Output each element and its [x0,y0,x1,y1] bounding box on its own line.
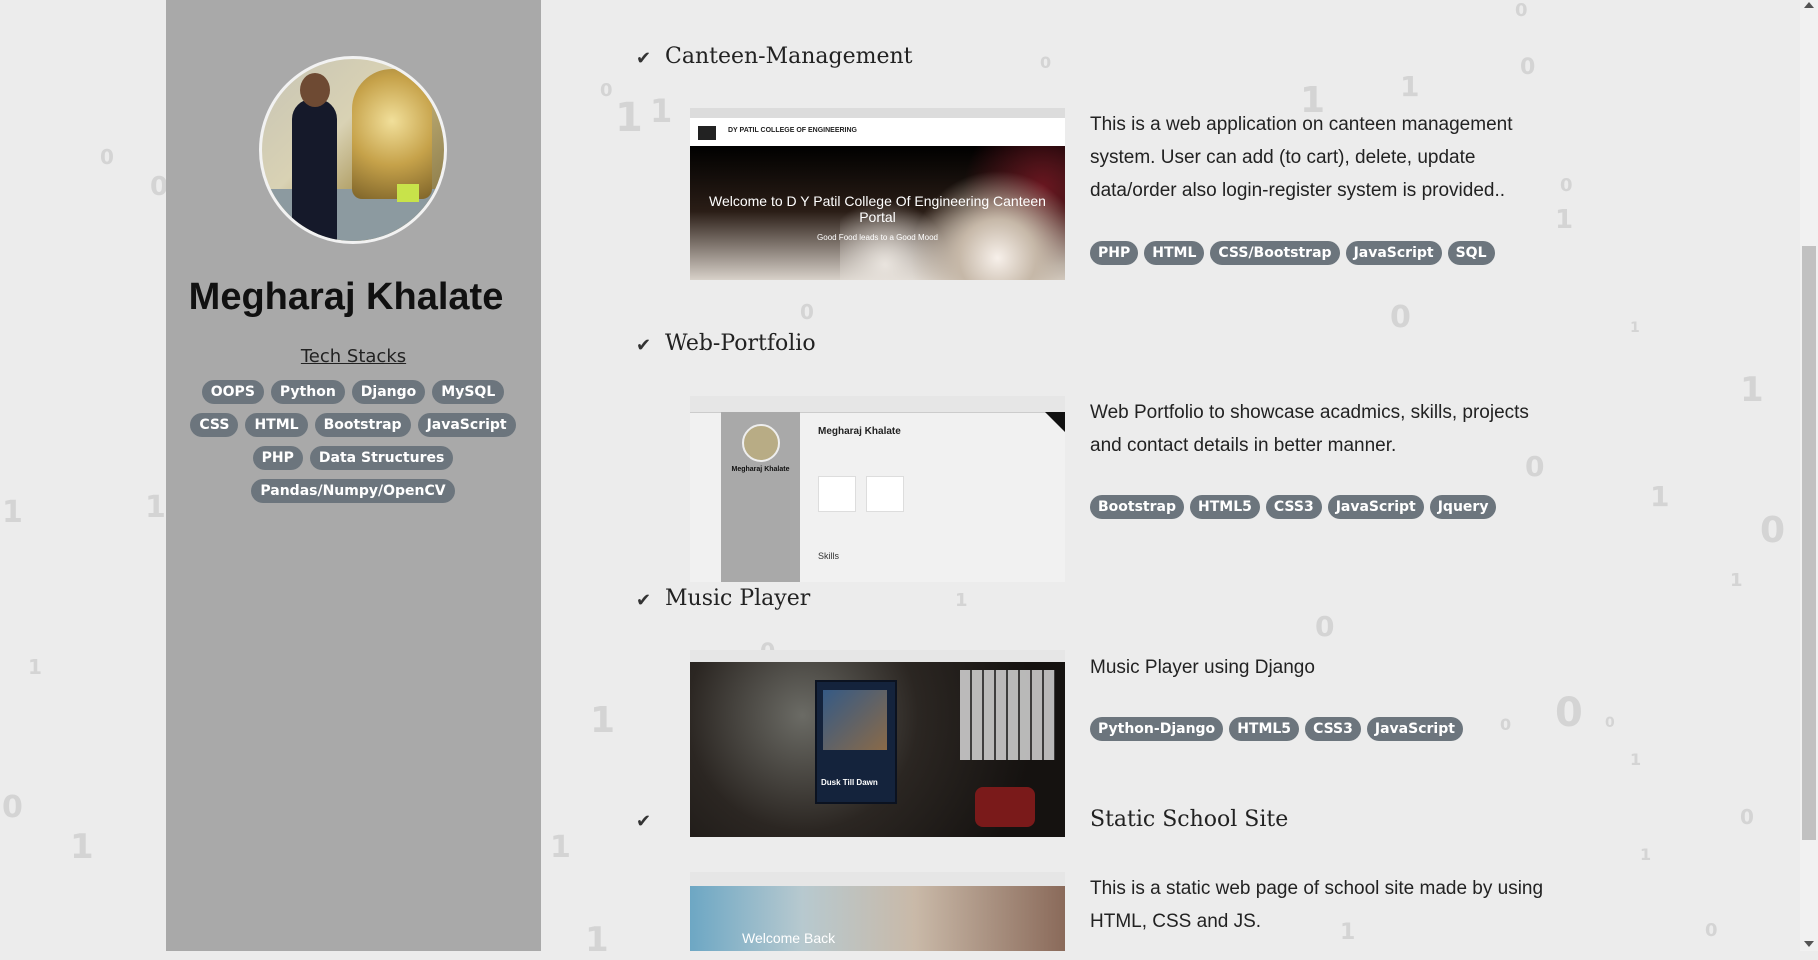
project-screenshot-music-player: Dusk Till Dawn [690,650,1065,837]
tech-badge: CSS [190,413,239,437]
tech-tag: Python-Django [1090,717,1224,741]
tech-tag: PHP [1090,241,1139,265]
tech-badge: Pandas/Numpy/OpenCV [251,479,455,503]
project-title: Music Player [665,586,811,611]
background-digit: 1 [70,827,94,867]
scroll-down-arrow[interactable] [1804,941,1814,947]
scrollbar[interactable] [1800,0,1818,951]
projects-section: ✔ Canteen-Management DY PATIL COLLEGE OF… [540,0,1800,951]
project-title: Canteen-Management [665,44,913,69]
tech-badge: HTML [245,413,308,437]
project-tags: Python-Django HTML5 CSS3 JavaScript [1090,717,1463,741]
screenshot-side-name: Megharaj Khalate [731,466,790,473]
tech-tag: SQL [1447,241,1495,265]
project-description: Web Portfolio to showcase acadmics, skil… [1090,402,1529,456]
tech-badge: PHP [252,446,303,470]
tech-badge: Data Structures [309,446,454,470]
profile-name: Megharaj Khalate [188,276,504,318]
tech-tag: Bootstrap [1090,495,1184,519]
tech-tag: JavaScript [1327,495,1424,519]
project-title: Static School Site [1090,807,1289,832]
project-tags: PHP HTML CSS/Bootstrap JavaScript SQL [1090,241,1495,265]
project-screenshot-school-site: Welcome Back [690,872,1065,951]
project-description: Music Player using Django [1090,657,1315,678]
tech-tag: CSS/Bootstrap [1210,241,1340,265]
screenshot-header: DY PATIL COLLEGE OF ENGINEERING [728,127,857,134]
screenshot-heading: Megharaj Khalate [818,426,901,437]
project-tags: Bootstrap HTML5 CSS3 JavaScript Jquery [1090,495,1497,519]
check-icon: ✔ [636,335,652,356]
project-screenshot-canteen: DY PATIL COLLEGE OF ENGINEERING Welcome … [690,108,1065,280]
tech-tag: HTML [1144,241,1205,265]
screenshot-headline: Welcome Back [742,930,836,946]
tech-badge: OOPS [201,380,264,404]
background-digit: 1 [145,490,166,525]
tech-stacks-link[interactable]: Tech Stacks [166,346,541,367]
tech-stack-badges: OOPS Python Django MySQL CSS HTML Bootstrap Jav… [183,380,523,503]
screenshot-section: Skills [818,551,840,561]
tech-tag: HTML5 [1190,495,1260,519]
project-screenshot-portfolio: Megharaj Khalate Megharaj Khalate Skills [690,396,1065,582]
tech-badge: MySQL [432,380,505,404]
tech-badge: Python [270,380,345,404]
background-digit: 1 [28,655,42,679]
background-digit: 0 [100,145,114,169]
avatar [259,56,447,244]
tech-tag: Jquery [1429,495,1497,519]
tech-tag: HTML5 [1229,717,1300,741]
check-icon: ✔ [636,48,652,69]
tech-badge: Bootstrap [314,413,411,437]
tech-badge: Django [351,380,426,404]
scroll-up-arrow[interactable] [1804,2,1814,8]
check-icon: ✔ [636,811,652,832]
screenshot-subline: Good Food leads to a Good Mood [817,233,938,242]
screenshot-headline: Welcome to D Y Patil College Of Engineer… [709,193,1046,225]
sidebar: Megharaj Khalate Tech Stacks OOPS Python D… [166,0,541,951]
screenshot-song: Dusk Till Dawn [821,778,878,787]
project-description: This is a static web page of school site… [1090,878,1544,932]
tech-tag: CSS3 [1265,495,1322,519]
background-digit: 1 [2,495,23,530]
tech-tag: JavaScript [1366,717,1463,741]
project-description: This is a web application on canteen man… [1090,114,1513,201]
background-digit: 0 [2,790,23,825]
tech-tag: CSS3 [1305,717,1361,741]
tech-badge: JavaScript [417,413,516,437]
tech-tag: JavaScript [1345,241,1442,265]
project-title: Web-Portfolio [665,331,816,356]
scrollbar-thumb[interactable] [1802,246,1816,840]
check-icon: ✔ [636,590,652,611]
